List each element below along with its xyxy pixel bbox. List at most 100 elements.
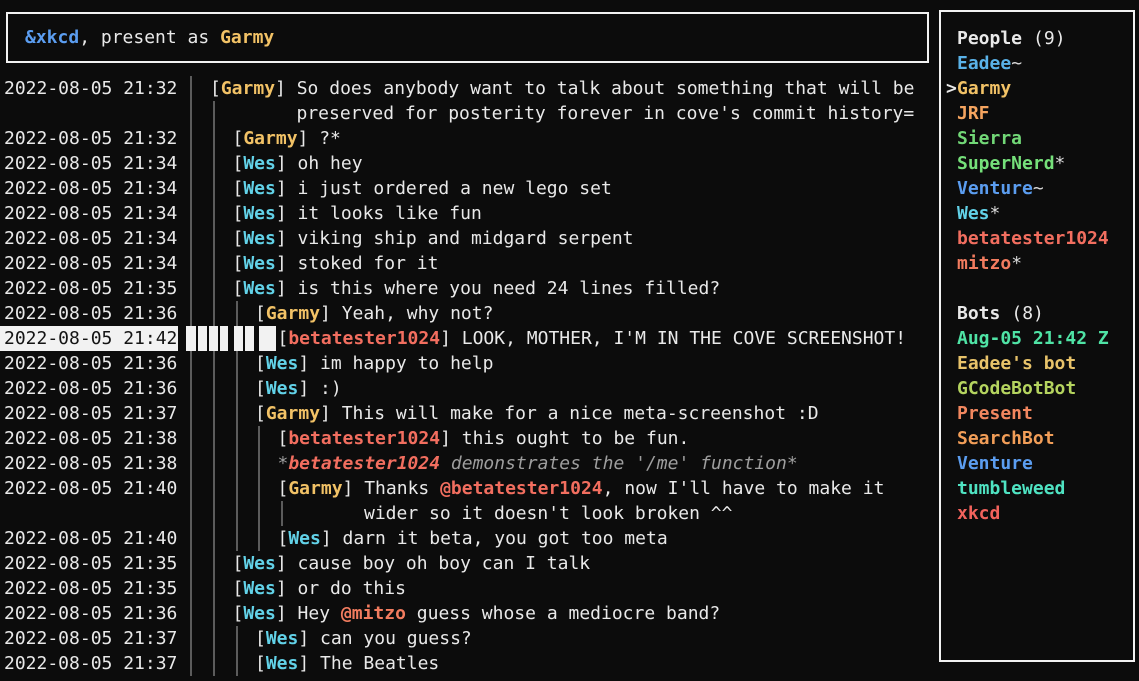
person-name: JRF (957, 103, 990, 124)
chat-line[interactable]: 2022-08-05 21:35[Wes] cause boy oh boy c… (0, 551, 939, 576)
chat-line[interactable]: 2022-08-05 21:34[Wes] viking ship and mi… (0, 226, 939, 251)
message-text: ] (276, 178, 298, 199)
nick: Wes (243, 253, 276, 274)
chat-line[interactable]: 2022-08-05 21:40[Garmy] Thanks @betatest… (0, 476, 939, 501)
thread-guide (258, 526, 260, 551)
bot-item-tumbleweed[interactable]: tumbleweed (946, 476, 1133, 501)
prefix-spacer (946, 476, 957, 501)
chat-line[interactable]: 2022-08-05 21:36[Garmy] Yeah, why not? (0, 301, 939, 326)
timestamp: 2022-08-05 21:34 (4, 226, 177, 251)
timestamp: 2022-08-05 21:40 (4, 476, 177, 501)
chat-line[interactable]: 2022-08-05 21:35[Wes] or do this (0, 576, 939, 601)
thread-guide (190, 551, 192, 576)
bot-item-venture[interactable]: Venture (946, 451, 1133, 476)
chat-line[interactable]: 2022-08-05 21:37[Garmy] This will make f… (0, 401, 939, 426)
highlight-block (198, 326, 207, 351)
bot-item-eadee-s-bot[interactable]: Eadee's bot (946, 351, 1133, 376)
thread-guide (213, 101, 215, 126)
person-item-garmy[interactable]: >Garmy (946, 76, 1133, 101)
timestamp: 2022-08-05 21:38 (4, 451, 177, 476)
message-text: is this where you need 24 lines filled? (298, 278, 721, 299)
thread-guide (236, 301, 238, 326)
prefix-spacer (946, 326, 957, 351)
thread-guide (190, 176, 192, 201)
bot-item-searchbot[interactable]: SearchBot (946, 426, 1133, 451)
person-item-supernerd[interactable]: SuperNerd* (946, 151, 1133, 176)
chat-line[interactable]: 2022-08-05 21:38*betatester1024 demonstr… (0, 451, 939, 476)
chat-line[interactable]: 2022-08-05 21:37[Wes] The Beatles (0, 651, 939, 676)
message: [Garmy] So does anybody want to talk abo… (210, 76, 914, 101)
prefix-spacer (946, 376, 957, 401)
chat-line-wrap[interactable]: preserved for posterity forever in cove'… (0, 101, 939, 126)
chat-line[interactable]: 2022-08-05 21:37[Wes] can you guess? (0, 626, 939, 651)
message-text: ] (320, 303, 342, 324)
message-text: [ (233, 178, 244, 199)
bot-item-xkcd[interactable]: xkcd (946, 501, 1133, 526)
presence-suffix: * (1011, 253, 1022, 274)
thread-guide (236, 376, 238, 401)
nick: Wes (243, 228, 276, 249)
highlight-block (259, 326, 276, 351)
thread-guide (236, 476, 238, 501)
chat-line[interactable]: 2022-08-05 21:32[Garmy] So does anybody … (0, 76, 939, 101)
thread-guide (236, 401, 238, 426)
message: [Garmy] ?* (233, 126, 341, 151)
message-text: it looks like fun (298, 203, 482, 224)
timestamp: 2022-08-05 21:37 (4, 626, 177, 651)
message: [Wes] darn it beta, you got too meta (278, 526, 668, 551)
message-text: Yeah, why not? (342, 303, 494, 324)
chat-line-wrap[interactable]: wider so it doesn't look broken ^^ (0, 501, 939, 526)
message-text: oh hey (298, 153, 363, 174)
thread-guide (190, 626, 192, 651)
message-text: This will make for a nice meta-screensho… (342, 403, 819, 424)
bot-name: Eadee's bot (957, 353, 1076, 374)
chat-line[interactable]: 2022-08-05 21:32[Garmy] ?* (0, 126, 939, 151)
message-text: [ (278, 528, 289, 549)
chat-line[interactable]: 2022-08-05 21:34[Wes] i just ordered a n… (0, 176, 939, 201)
prefix-spacer (946, 176, 957, 201)
person-item-sierra[interactable]: Sierra (946, 126, 1133, 151)
message-text: or do this (298, 578, 406, 599)
prefix-spacer (946, 401, 957, 426)
message-text: ] (276, 153, 298, 174)
chat-line[interactable]: 2022-08-05 21:34[Wes] it looks like fun (0, 201, 939, 226)
message: [Wes] i just ordered a new lego set (233, 176, 612, 201)
chat-line[interactable]: 2022-08-05 21:36[Wes] im happy to help (0, 351, 939, 376)
thread-guide (190, 126, 192, 151)
chat-line[interactable]: 2022-08-05 21:40[Wes] darn it beta, you … (0, 526, 939, 551)
thread-guide (236, 351, 238, 376)
prefix-spacer (946, 151, 957, 176)
highlight-block (245, 326, 254, 351)
person-item-jrf[interactable]: JRF (946, 101, 1133, 126)
bot-item-present[interactable]: Present (946, 401, 1133, 426)
bot-item-gcodebotbot[interactable]: GCodeBotBot (946, 376, 1133, 401)
person-item-wes[interactable]: Wes* (946, 201, 1133, 226)
bot-item-aug-05-21-42-z[interactable]: Aug-05 21:42 Z (946, 326, 1133, 351)
prefix-spacer (946, 201, 957, 226)
person-item-eadee[interactable]: Eadee~ (946, 51, 1133, 76)
thread-guide (190, 351, 192, 376)
message-text: stoked for it (298, 253, 439, 274)
thread-guide (190, 501, 192, 526)
thread-guide (213, 151, 215, 176)
presence-suffix: * (1055, 153, 1066, 174)
person-item-mitzo[interactable]: mitzo* (946, 251, 1133, 276)
message-text: LOOK, MOTHER, I'M IN THE COVE SCREENSHOT… (462, 328, 906, 349)
person-item-venture[interactable]: Venture~ (946, 176, 1133, 201)
chat-line[interactable]: 2022-08-05 21:34[Wes] stoked for it (0, 251, 939, 276)
chat-line[interactable]: 2022-08-05 21:36[Wes] :) (0, 376, 939, 401)
people-list: Eadee~>Garmy JRF Sierra SuperNerd* Ventu… (946, 51, 1133, 276)
thread-guide (190, 101, 192, 126)
prefix-spacer (946, 426, 957, 451)
chat-line[interactable]: 2022-08-05 21:38[betatester1024] this ou… (0, 426, 939, 451)
person-name: Venture (957, 178, 1033, 199)
self-marker: > (946, 76, 957, 101)
chat-line[interactable]: 2022-08-05 21:34[Wes] oh hey (0, 151, 939, 176)
thread-guide (213, 351, 215, 376)
chat-line[interactable]: 2022-08-05 21:36[Wes] Hey @mitzo guess w… (0, 601, 939, 626)
channel-name: &xkcd (25, 27, 79, 48)
chat-line[interactable]: 2022-08-05 21:35[Wes] is this where you … (0, 276, 939, 301)
person-item-betatester1024[interactable]: betatester1024 (946, 226, 1133, 251)
chat-line[interactable]: 2022-08-05 21:42[betatester1024] LOOK, M… (0, 326, 939, 351)
message-text: can you guess? (320, 628, 472, 649)
